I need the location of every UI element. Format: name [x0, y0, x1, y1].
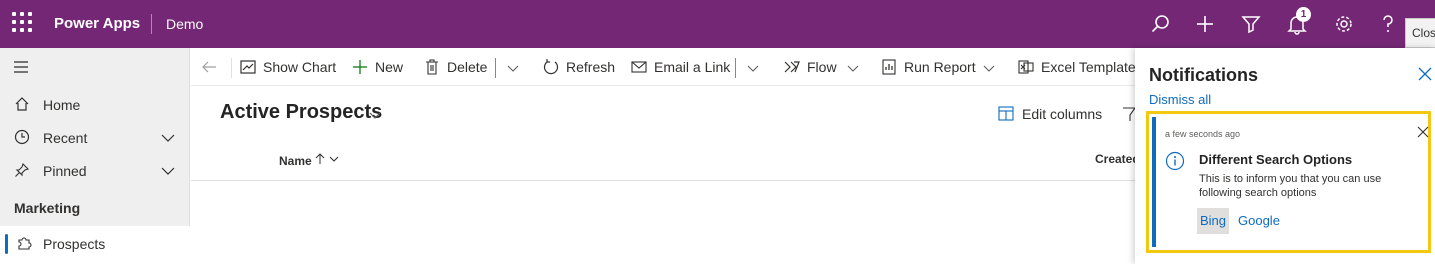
divider [735, 58, 736, 78]
home-icon [15, 97, 29, 111]
chevron-down-icon[interactable] [847, 62, 859, 74]
email-link-label: Email a Link [654, 59, 731, 75]
sidebar-item-label: Prospects [43, 236, 106, 252]
pin-icon [15, 162, 30, 177]
command-bar: Show Chart New Delete Refresh Email a Li… [191, 48, 1143, 86]
name-column-label: Name [279, 154, 312, 168]
environment-name: Demo [166, 16, 204, 32]
show-chart-label: Show Chart [263, 59, 337, 75]
flow-label: Flow [807, 59, 837, 75]
report-icon [882, 59, 896, 75]
sidebar-group-title: Marketing [14, 200, 81, 216]
excel-templates-button[interactable]: Excel Templates [1017, 58, 1143, 78]
sidebar-item-home[interactable]: Home [0, 90, 190, 120]
plus-icon [353, 60, 367, 74]
excel-icon [1018, 60, 1034, 74]
chevron-down-icon[interactable] [161, 164, 175, 178]
info-icon [1165, 151, 1185, 171]
chevron-down-icon[interactable] [747, 62, 759, 74]
bing-link[interactable]: Bing [1197, 208, 1230, 234]
notification-timestamp: a few seconds ago [1165, 129, 1241, 139]
divider [231, 58, 232, 78]
flow-button[interactable]: Flow [783, 58, 837, 78]
new-label: New [375, 59, 404, 75]
sidebar-item-prospects[interactable]: Prospects [0, 226, 190, 264]
sidebar-item-recent[interactable]: Recent [0, 123, 190, 153]
excel-templates-label: Excel Templates [1041, 59, 1143, 75]
refresh-icon [543, 59, 559, 75]
run-report-button[interactable]: Run Report [880, 58, 976, 78]
filter-icon[interactable] [1240, 13, 1262, 35]
back-arrow-icon[interactable] [201, 60, 217, 74]
divider [495, 58, 496, 78]
help-icon[interactable] [1377, 13, 1399, 35]
close-icon[interactable] [1417, 126, 1429, 138]
chevron-down-icon[interactable] [161, 131, 175, 145]
close-icon[interactable] [1418, 67, 1432, 81]
notification-heading: Different Search Options [1199, 152, 1353, 167]
flow-icon [784, 61, 800, 73]
site-map-sidebar: Home Recent Pinned Marketing Prospects [0, 48, 190, 264]
sidebar-item-pinned[interactable]: Pinned [0, 156, 190, 186]
show-chart-button[interactable]: Show Chart [239, 58, 336, 78]
view-selector-chevron-icon[interactable] [368, 108, 382, 122]
notification-body: This is to inform you that you can use f… [1199, 173, 1382, 199]
active-indicator [5, 234, 8, 254]
edit-columns-label: Edit columns [1022, 106, 1103, 122]
notification-card: a few seconds ago Different Search Optio… [1146, 111, 1431, 253]
puzzle-icon [18, 237, 32, 250]
app-name[interactable]: Power Apps [54, 15, 140, 32]
hamburger-menu-icon[interactable] [13, 60, 29, 74]
notification-accent-bar [1152, 117, 1156, 247]
sidebar-item-label: Recent [43, 130, 88, 146]
gear-icon[interactable] [1333, 13, 1355, 35]
dismiss-all-link[interactable]: Dismiss all [1149, 92, 1211, 107]
plus-icon[interactable] [1194, 13, 1216, 35]
trash-icon [426, 59, 438, 75]
grid-column-header: Name Created [191, 140, 1140, 181]
search-icon[interactable] [1150, 13, 1172, 35]
refresh-button[interactable]: Refresh [542, 58, 616, 78]
header-divider [151, 14, 152, 34]
app-launcher-icon[interactable] [12, 12, 32, 32]
run-report-label: Run Report [904, 59, 976, 75]
view-title[interactable]: Active Prospects [220, 101, 382, 124]
app-header: Power Apps Demo 1 Clos [0, 0, 1435, 48]
google-link[interactable]: Google [1238, 213, 1280, 228]
notifications-title: Notifications [1149, 65, 1259, 85]
sidebar-item-label: Pinned [43, 163, 87, 179]
refresh-label: Refresh [566, 59, 616, 75]
chevron-down-icon [329, 156, 339, 162]
chevron-down-icon[interactable] [983, 62, 995, 74]
delete-button[interactable]: Delete [423, 58, 488, 78]
filter-icon[interactable] [1122, 106, 1135, 122]
email-link-button[interactable]: Email a Link [631, 58, 731, 78]
sort-ascending-icon [315, 153, 325, 164]
notification-count-badge: 1 [1296, 7, 1311, 22]
new-button[interactable]: New [351, 58, 403, 78]
clock-icon [14, 129, 30, 145]
notifications-panel: Notifications Dismiss all a few seconds … [1135, 48, 1435, 264]
edit-columns-icon [998, 106, 1014, 121]
delete-label: Delete [447, 59, 488, 75]
close-tooltip: Clos [1405, 18, 1435, 48]
email-link-icon [631, 61, 647, 73]
created-column-header[interactable]: Created [1095, 152, 1140, 166]
name-column-header[interactable]: Name [279, 152, 339, 168]
sidebar-item-label: Home [43, 97, 81, 113]
chart-icon [240, 60, 256, 74]
chevron-down-icon[interactable] [507, 62, 519, 74]
